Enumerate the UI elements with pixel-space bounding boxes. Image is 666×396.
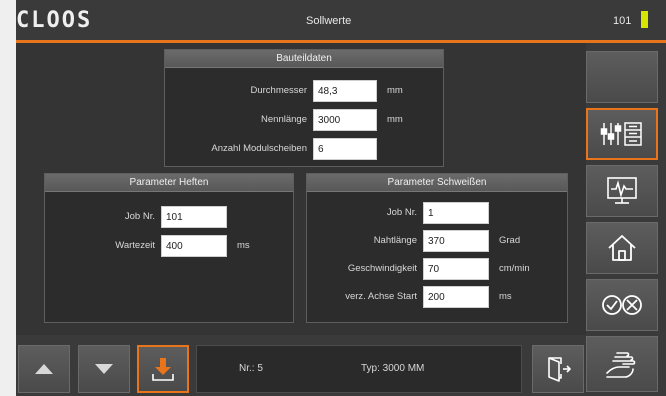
- status-indicator: [641, 11, 648, 28]
- sidebar-button-hand[interactable]: [586, 336, 658, 392]
- anzahl-modulscheiben-field[interactable]: 6: [313, 138, 377, 160]
- nennlaenge-field[interactable]: 3000: [313, 109, 377, 131]
- parameters-icon: [600, 122, 642, 146]
- panel-parameter-heften: Parameter Heften Job Nr. 101 Wartezeit 4…: [44, 173, 294, 323]
- nahtlaenge-field[interactable]: 370: [423, 230, 489, 252]
- panel-parameter-schweissen: Parameter Schweißen Job Nr. 1 Nahtlänge …: [306, 173, 568, 323]
- arrow-down-icon: [95, 364, 113, 374]
- label-job-nr: Job Nr.: [386, 207, 417, 218]
- label-durchmesser: Durchmesser: [250, 85, 308, 96]
- wartezeit-field[interactable]: 400: [161, 235, 227, 257]
- sidebar-button-blank[interactable]: [586, 51, 658, 103]
- header-bar: CLOOS Sollwerte 101: [16, 0, 666, 40]
- label-anzahl-modulscheiben: Anzahl Modulscheiben: [211, 143, 307, 154]
- unit-nennlaenge: mm: [387, 114, 403, 125]
- unit-nahtlaenge: Grad: [499, 235, 521, 246]
- label-wartezeit: Wartezeit: [115, 240, 155, 251]
- scroll-down-button[interactable]: [78, 345, 130, 393]
- exit-door-icon: [548, 357, 571, 382]
- label-job-nr: Job Nr.: [124, 211, 155, 222]
- header-counter: 101: [613, 15, 632, 27]
- schweissen-job-nr-field[interactable]: 1: [423, 202, 489, 224]
- label-nennlaenge: Nennlänge: [261, 114, 307, 125]
- verz-achse-start-field[interactable]: 200: [423, 286, 489, 308]
- monitor-waveform-icon: [607, 177, 637, 204]
- panel-title: Bauteildaten: [165, 50, 443, 68]
- program-typ: Typ: 3000 MM: [361, 363, 425, 374]
- geschwindigkeit-field[interactable]: 70: [423, 258, 489, 280]
- unit-geschwindigkeit: cm/min: [499, 263, 530, 274]
- heften-job-nr-field[interactable]: 101: [161, 206, 227, 228]
- unit-verz-achse-start: ms: [499, 291, 512, 302]
- sidebar-button-monitor[interactable]: [586, 165, 658, 217]
- unit-wartezeit: ms: [237, 240, 250, 251]
- program-info-box: Nr.: 5 Typ: 3000 MM: [196, 345, 522, 393]
- program-nr: Nr.: 5: [239, 363, 263, 374]
- cloos-logo: CLOOS: [16, 8, 93, 33]
- exit-button[interactable]: [532, 345, 584, 393]
- label-verz-achse-start: verz. Achse Start: [345, 291, 417, 302]
- main-content: Bauteildaten Durchmesser 48,3 mm Nennlän…: [16, 43, 586, 335]
- sidebar-button-home[interactable]: [586, 222, 658, 274]
- sidebar-button-confirm-cancel[interactable]: [586, 279, 658, 331]
- durchmesser-field[interactable]: 48,3: [313, 80, 377, 102]
- hand-icon: [606, 352, 636, 378]
- scroll-up-button[interactable]: [18, 345, 70, 393]
- label-geschwindigkeit: Geschwindigkeit: [347, 263, 417, 274]
- load-button[interactable]: [137, 345, 189, 393]
- arrow-up-icon: [35, 364, 53, 374]
- bottom-bar: Nr.: 5 Typ: 3000 MM: [16, 335, 586, 396]
- download-icon: [152, 358, 174, 381]
- panel-bauteildaten: Bauteildaten Durchmesser 48,3 mm Nennlän…: [164, 49, 444, 167]
- label-nahtlaenge: Nahtlänge: [373, 235, 417, 246]
- hmi-screen: CLOOS Sollwerte 101 Bauteildaten Durchme…: [16, 0, 666, 396]
- panel-title: Parameter Heften: [45, 174, 293, 192]
- confirm-cancel-icon: [602, 295, 642, 315]
- home-icon: [608, 235, 636, 261]
- sidebar-button-parameters[interactable]: [586, 108, 658, 160]
- panel-title: Parameter Schweißen: [307, 174, 567, 192]
- unit-durchmesser: mm: [387, 85, 403, 96]
- page-title: Sollwerte: [306, 15, 352, 27]
- sidebar: [586, 43, 666, 396]
